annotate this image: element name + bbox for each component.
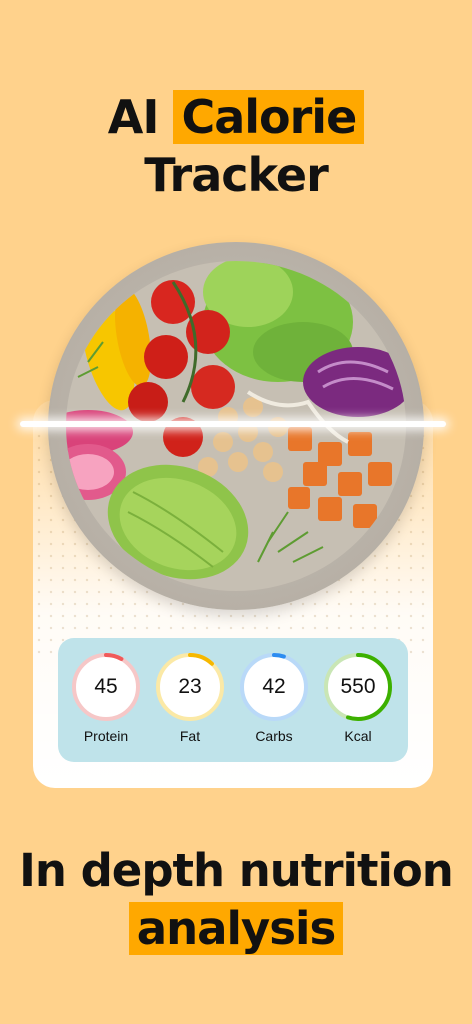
app-title: AI Calorie Tracker bbox=[0, 88, 472, 204]
macro-fat: 23 Fat bbox=[152, 652, 228, 744]
kcal-value: 550 bbox=[340, 675, 376, 698]
scan-line bbox=[20, 421, 446, 427]
tagline-line1: In depth nutrition bbox=[19, 844, 454, 897]
kcal-ring: 550 bbox=[323, 652, 393, 722]
protein-value: 45 bbox=[94, 675, 118, 698]
title-ai: AI bbox=[107, 90, 160, 144]
tagline: In depth nutrition analysis bbox=[0, 842, 472, 958]
macro-kcal: 550 Kcal bbox=[320, 652, 396, 744]
kcal-label: Kcal bbox=[344, 728, 372, 744]
protein-label: Protein bbox=[83, 728, 129, 744]
macro-protein: 45 Protein bbox=[68, 652, 144, 744]
carbs-ring: 42 bbox=[239, 652, 309, 722]
macro-summary-panel: 45 Protein 23 Fat 42 Carbs 550 Kcal bbox=[58, 638, 408, 762]
carbs-value: 42 bbox=[262, 675, 286, 698]
carbs-label: Carbs bbox=[255, 728, 293, 744]
tagline-highlight-analysis: analysis bbox=[128, 902, 344, 955]
protein-ring: 45 bbox=[71, 652, 141, 722]
fat-ring: 23 bbox=[155, 652, 225, 722]
title-tracker: Tracker bbox=[144, 148, 329, 202]
fat-label: Fat bbox=[179, 728, 201, 744]
fat-value: 23 bbox=[178, 675, 202, 698]
title-highlight-calorie: Calorie bbox=[173, 90, 365, 144]
macro-carbs: 42 Carbs bbox=[236, 652, 312, 744]
